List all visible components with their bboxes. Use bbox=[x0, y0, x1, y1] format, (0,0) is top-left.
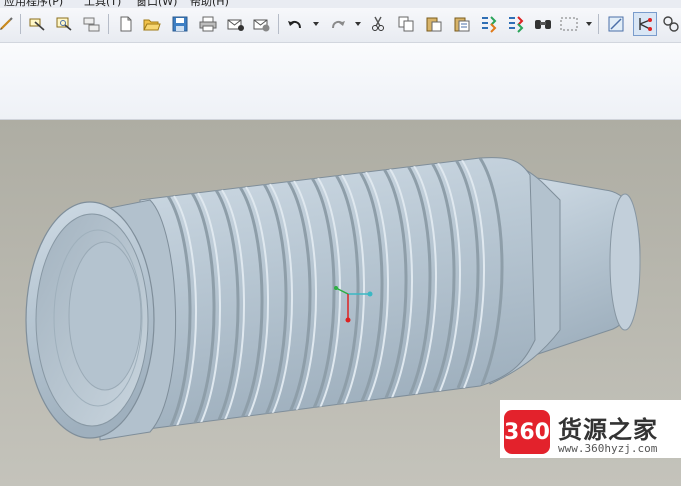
menu-item-tools[interactable]: 工具(T) bbox=[84, 0, 121, 8]
menu-item-window[interactable]: 窗口(W) bbox=[136, 0, 177, 8]
paste-icon[interactable] bbox=[424, 14, 444, 34]
datum-point-icon[interactable] bbox=[661, 14, 681, 34]
print-icon[interactable] bbox=[198, 14, 218, 34]
menu-bar: 应用程序(P) 工具(T) 窗口(W) 帮助(H) bbox=[0, 0, 681, 8]
undo-icon[interactable] bbox=[285, 14, 305, 34]
watermark-logo: 360 bbox=[504, 410, 550, 454]
cut-icon[interactable] bbox=[368, 14, 388, 34]
find-icon[interactable] bbox=[533, 14, 553, 34]
paste-special-icon[interactable] bbox=[452, 14, 472, 34]
watermark: 360 货源之家 www.360hyzj.com bbox=[500, 400, 681, 458]
toolbar-separator bbox=[20, 14, 21, 34]
sketch-icon[interactable] bbox=[0, 14, 16, 34]
open-folder-icon[interactable] bbox=[142, 14, 162, 34]
copy-icon[interactable] bbox=[396, 14, 416, 34]
toolbar-separator bbox=[278, 14, 279, 34]
toolbar-separator bbox=[108, 14, 109, 34]
selection-filter-chevron-icon[interactable] bbox=[586, 18, 592, 30]
regenerate-manager-icon[interactable] bbox=[505, 14, 525, 34]
secondary-toolbar-area bbox=[0, 43, 681, 120]
annotation-tree-icon[interactable] bbox=[82, 14, 102, 34]
email-icon[interactable] bbox=[226, 14, 246, 34]
regenerate-icon[interactable] bbox=[478, 14, 498, 34]
redo-icon[interactable] bbox=[328, 14, 348, 34]
save-icon[interactable] bbox=[170, 14, 190, 34]
main-toolbar bbox=[0, 8, 681, 43]
watermark-title: 货源之家 bbox=[558, 416, 658, 444]
toolbar-separator bbox=[598, 14, 599, 34]
menu-item-help[interactable]: 帮助(H) bbox=[190, 0, 229, 8]
selection-box-icon[interactable] bbox=[559, 14, 579, 34]
redo-dropdown-chevron-icon[interactable] bbox=[355, 18, 361, 30]
datum-plane-icon[interactable] bbox=[606, 14, 626, 34]
annotation-view-icon[interactable] bbox=[55, 14, 75, 34]
undo-dropdown-chevron-icon[interactable] bbox=[313, 18, 319, 30]
menu-item-applications[interactable]: 应用程序(P) bbox=[4, 0, 63, 8]
email-attach-icon[interactable] bbox=[252, 14, 272, 34]
new-file-icon[interactable] bbox=[116, 14, 136, 34]
datum-axis-icon[interactable] bbox=[633, 12, 657, 36]
watermark-url: www.360hyzj.com bbox=[558, 442, 658, 455]
annotation-edit-icon[interactable] bbox=[28, 14, 48, 34]
